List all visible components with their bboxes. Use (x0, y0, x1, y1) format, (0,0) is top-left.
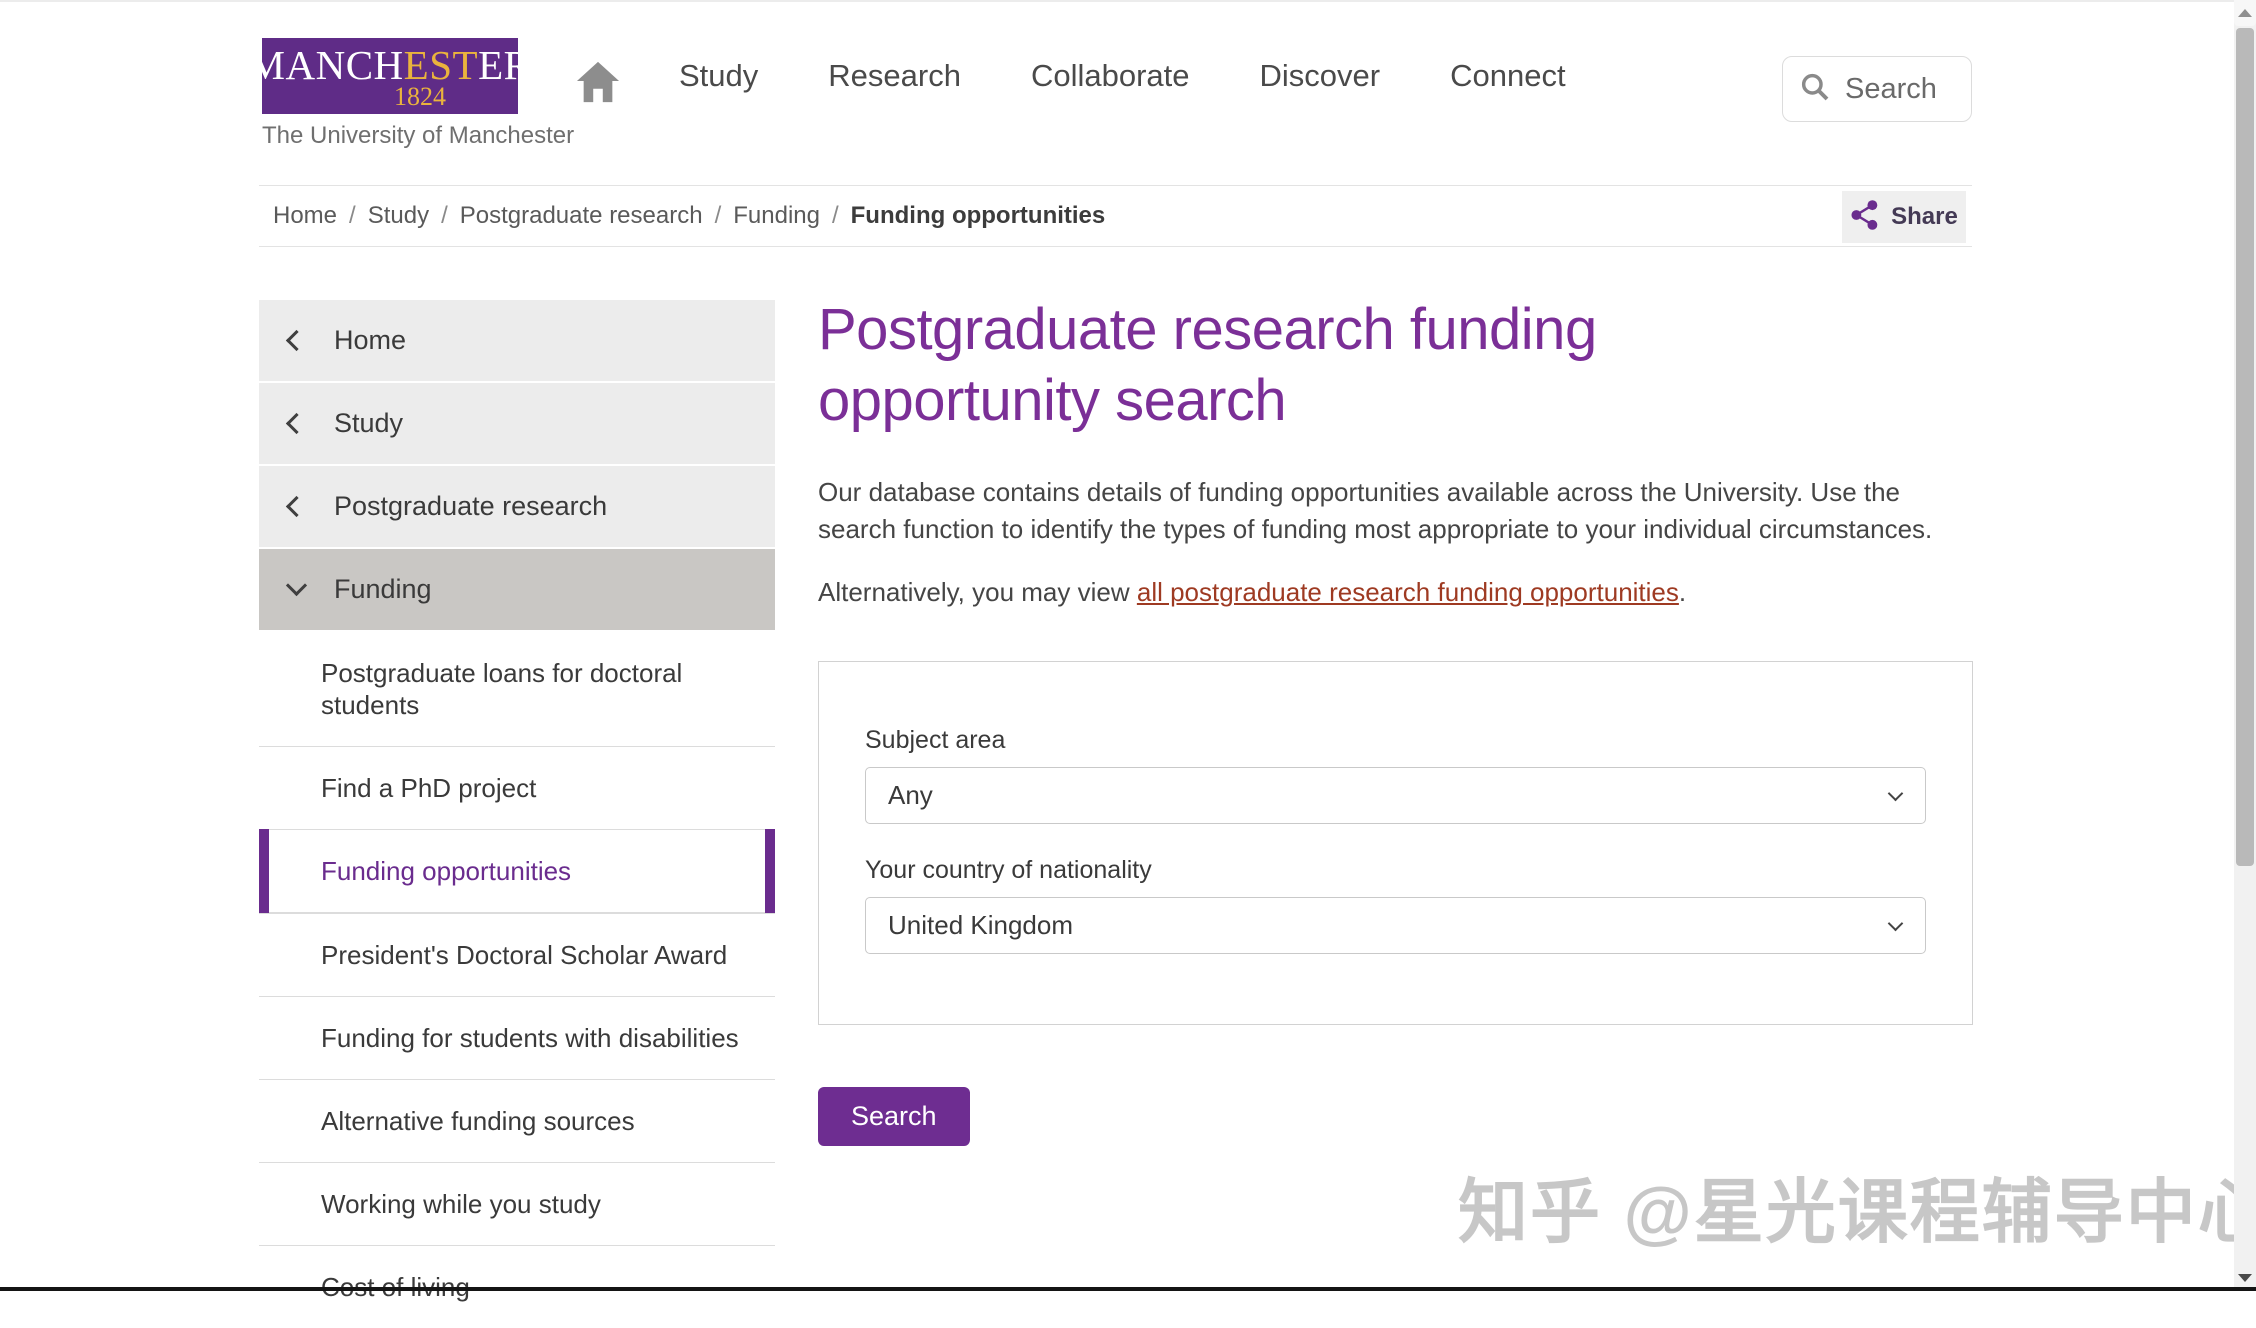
home-icon (575, 91, 621, 108)
breadcrumb-separator: / (715, 202, 722, 230)
scrollbar-thumb[interactable] (2236, 28, 2254, 866)
logo-word-white1: MANCH (249, 42, 404, 88)
share-label: Share (1891, 203, 1958, 231)
country-select[interactable]: United Kingdom (865, 897, 1926, 954)
sidebar-item-label: Study (334, 408, 403, 439)
subject-area-select[interactable]: Any (865, 767, 1926, 824)
sidebar-item-label: Postgraduate research (334, 491, 607, 522)
logo-word-white2: ER (478, 42, 531, 88)
nav-discover[interactable]: Discover (1260, 58, 1381, 94)
site-header: MANCHESTER 1824 The University of Manche… (259, 0, 1972, 170)
logo-year: 1824 (394, 84, 446, 110)
breadcrumb-bar: Home / Study / Postgraduate research / F… (259, 185, 1972, 247)
logo-box: MANCHESTER 1824 (262, 38, 518, 114)
sidebar-item-study[interactable]: Study (259, 383, 775, 464)
subject-area-label: Subject area (865, 726, 1926, 755)
funding-search-form: Subject area Any Your country of nationa… (818, 661, 1973, 1025)
breadcrumb-separator: / (832, 202, 839, 230)
subject-area-value: Any (888, 780, 933, 811)
sidebar-item-funding[interactable]: Funding (259, 549, 775, 630)
share-button[interactable]: Share (1842, 191, 1966, 243)
sidebar-item-funding-students-disabilities[interactable]: Funding for students with disabilities (259, 996, 775, 1079)
nav-connect[interactable]: Connect (1450, 58, 1565, 94)
alternative-suffix: . (1679, 577, 1686, 607)
logo-tagline: The University of Manchester (262, 122, 574, 150)
country-label: Your country of nationality (865, 856, 1926, 885)
breadcrumb-current: Funding opportunities (851, 202, 1106, 230)
main-content: Postgraduate research funding opportunit… (818, 294, 1973, 1146)
nav-research[interactable]: Research (828, 58, 961, 94)
sidebar-item-label: Funding (334, 574, 432, 605)
chevron-left-icon (286, 330, 307, 351)
alternative-paragraph: Alternatively, you may view all postgrad… (818, 574, 1973, 611)
sidebar-item-postgraduate-research[interactable]: Postgraduate research (259, 466, 775, 547)
chevron-down-icon (286, 575, 307, 596)
home-nav-button[interactable] (575, 60, 621, 109)
breadcrumb-funding[interactable]: Funding (733, 202, 820, 230)
breadcrumb-separator: / (441, 202, 448, 230)
search-icon (1799, 71, 1831, 108)
country-value: United Kingdom (888, 910, 1073, 941)
sidebar-item-postgraduate-loans[interactable]: Postgraduate loans for doctoral students (259, 632, 775, 746)
all-funding-opportunities-link[interactable]: all postgraduate research funding opport… (1137, 577, 1679, 607)
nav-study[interactable]: Study (679, 58, 758, 94)
university-logo[interactable]: MANCHESTER 1824 The University of Manche… (262, 38, 574, 150)
page-title: Postgraduate research funding opportunit… (818, 294, 1748, 436)
sidebar-item-home[interactable]: Home (259, 300, 775, 381)
zhihu-watermark: 知乎 @星光课程辅导中心 (1458, 1156, 2256, 1257)
breadcrumb-study[interactable]: Study (368, 202, 429, 230)
header-search-box[interactable] (1782, 56, 1972, 122)
chevron-down-icon (1888, 915, 1904, 931)
breadcrumb: Home / Study / Postgraduate research / F… (259, 202, 1105, 230)
vertical-scrollbar[interactable] (2234, 0, 2256, 1291)
breadcrumb-separator: / (349, 202, 356, 230)
chevron-down-icon (1888, 785, 1904, 801)
sidebar-item-working-while-you-study[interactable]: Working while you study (259, 1162, 775, 1245)
sidebar-submenu: Postgraduate loans for doctoral students… (259, 632, 775, 1328)
scrollbar-up-arrow[interactable] (2234, 0, 2256, 26)
breadcrumb-home[interactable]: Home (273, 202, 337, 230)
section-sidebar: Home Study Postgraduate research Funding… (259, 300, 775, 1328)
form-search-button[interactable]: Search (818, 1087, 970, 1146)
nav-collaborate[interactable]: Collaborate (1031, 58, 1190, 94)
sidebar-item-funding-opportunities[interactable]: Funding opportunities (259, 829, 775, 913)
alternative-prefix: Alternatively, you may view (818, 577, 1137, 607)
intro-paragraph: Our database contains details of funding… (818, 474, 1973, 548)
sidebar-item-find-phd-project[interactable]: Find a PhD project (259, 746, 775, 829)
chevron-left-icon (286, 413, 307, 434)
chevron-left-icon (286, 496, 307, 517)
primary-nav: Study Research Collaborate Discover Conn… (679, 58, 1566, 94)
share-icon (1850, 199, 1880, 236)
sidebar-item-presidents-doctoral-scholar-award[interactable]: President's Doctoral Scholar Award (259, 913, 775, 996)
sidebar-item-label: Home (334, 325, 406, 356)
logo-wordmark: MANCHESTER (249, 46, 532, 84)
bottom-edge (0, 1287, 2256, 1291)
breadcrumb-postgraduate-research[interactable]: Postgraduate research (460, 202, 703, 230)
sidebar-item-alternative-funding-sources[interactable]: Alternative funding sources (259, 1079, 775, 1162)
search-input[interactable] (1843, 72, 1959, 107)
